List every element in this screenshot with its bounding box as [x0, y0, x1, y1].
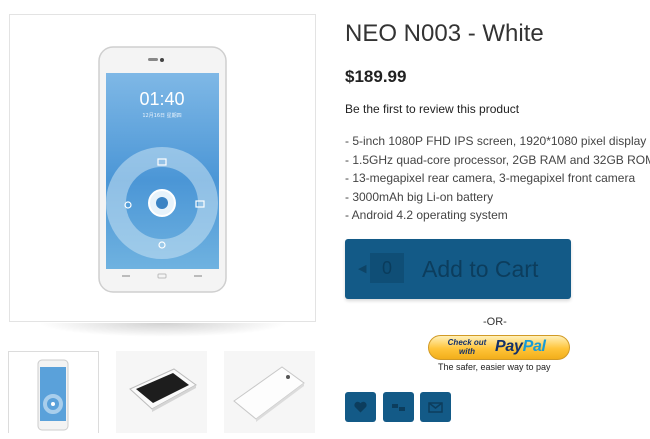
- paypal-checkout-button[interactable]: Check out with PayPal: [428, 335, 570, 360]
- paypal-logo-pay: Pay: [495, 338, 523, 355]
- review-link[interactable]: Be the first to review this product: [345, 102, 519, 116]
- product-price: $189.99: [345, 67, 407, 86]
- feature-item: - 3000mAh big Li-on battery: [345, 189, 494, 204]
- phone-front-thumb: [37, 359, 69, 431]
- product-title: NEO N003 - White: [345, 20, 544, 47]
- feature-item: - 5-inch 1080P FHD IPS screen, 1920*1080…: [345, 134, 647, 148]
- quantity-input[interactable]: [370, 253, 404, 283]
- phone-angle-thumb: [129, 368, 197, 412]
- feature-item: - 1.5GHz quad-core processor, 2GB RAM an…: [345, 152, 650, 167]
- thumbnail-angle[interactable]: [116, 351, 207, 433]
- feature-list: - 5-inch 1080P FHD IPS screen, 1920*1080…: [345, 132, 650, 225]
- phone-back-thumb: [233, 366, 305, 422]
- image-shadow: [38, 323, 288, 337]
- main-product-image[interactable]: 01:40 12月16日 星期四: [9, 14, 316, 337]
- paypal-tagline: The safer, easier way to pay: [438, 362, 551, 372]
- paypal-checkout-text: Check out with: [447, 338, 487, 356]
- feature-item: - 13-megapixel rear camera, 3-megapixel …: [345, 171, 636, 185]
- feature-item: - Android 4.2 operating system: [345, 208, 508, 222]
- email-button[interactable]: [420, 392, 451, 422]
- heart-icon: [354, 401, 367, 413]
- phone-front-image: 01:40 12月16日 星期四: [98, 46, 227, 293]
- compare-button[interactable]: [383, 392, 414, 422]
- envelope-icon: [428, 402, 443, 413]
- paypal-logo: PayPal: [495, 338, 546, 356]
- thumbnail-front[interactable]: [8, 351, 99, 433]
- lockscreen-date: 12月16日 星期四: [142, 113, 181, 119]
- wishlist-button[interactable]: [345, 392, 376, 422]
- lockscreen-time: 01:40: [139, 89, 184, 109]
- or-separator: -OR-: [483, 316, 507, 328]
- thumbnail-back[interactable]: [224, 351, 315, 433]
- compare-icon: [392, 404, 405, 411]
- paypal-logo-pal: Pal: [522, 338, 546, 355]
- left-arrow-icon: ◀: [358, 263, 367, 275]
